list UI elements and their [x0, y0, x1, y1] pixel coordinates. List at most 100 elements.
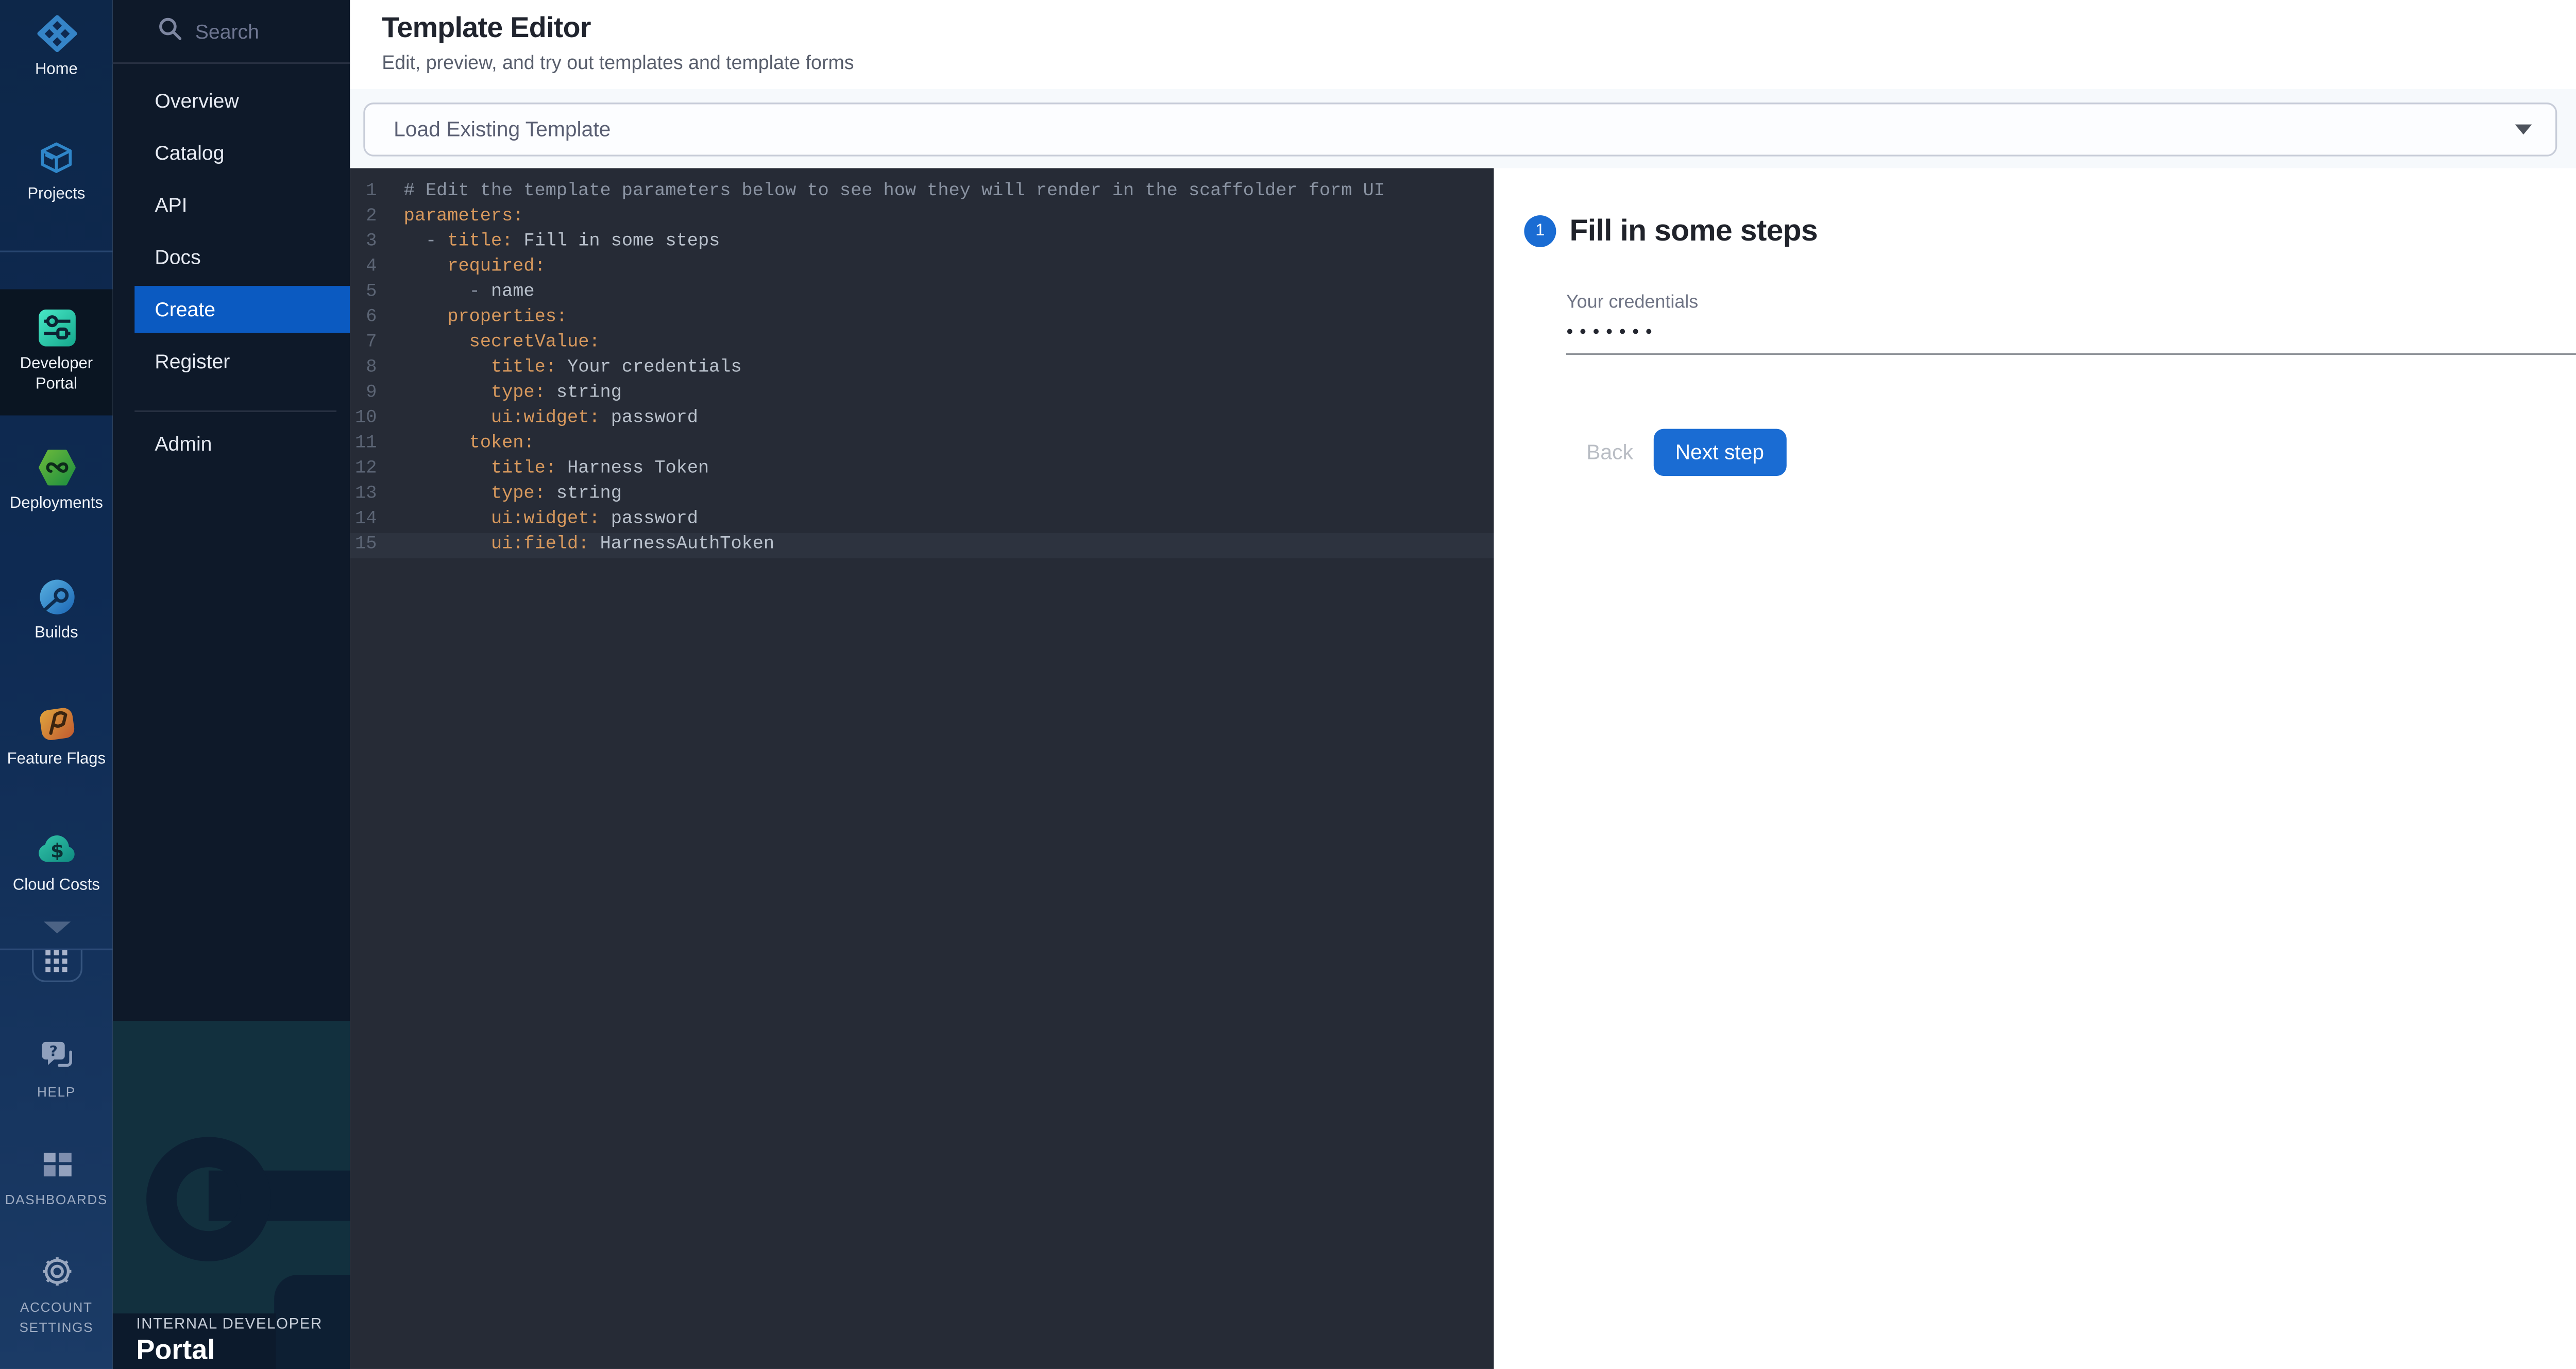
brand-eyebrow: INTERNAL DEVELOPER: [136, 1315, 322, 1332]
code-line-11[interactable]: 11 token:: [350, 432, 1494, 457]
nav-item-create[interactable]: Create: [134, 285, 350, 332]
page-header: Template Editor Edit, preview, and try o…: [350, 0, 2576, 89]
decor-donut: [146, 1137, 271, 1261]
code-text: - name: [377, 281, 534, 306]
code-line-9[interactable]: 9 type: string: [350, 382, 1494, 407]
code-line-4[interactable]: 4 required:: [350, 255, 1494, 281]
sidebar-item-home[interactable]: Home: [0, 15, 113, 81]
back-button[interactable]: Back: [1566, 429, 1653, 476]
code-text: ui:widget: password: [377, 508, 698, 533]
sidebar-item-label: Home: [35, 61, 78, 81]
sidebar-item-builds[interactable]: Builds: [0, 578, 113, 644]
code-line-2[interactable]: 2parameters:: [350, 205, 1494, 230]
sidebar-item-label: ACCOUNTSETTINGS: [20, 1298, 94, 1338]
code-text: required:: [377, 255, 545, 281]
dashboards-grid-icon: [38, 1146, 75, 1183]
scaffolder-form-panel: 1 Fill in some steps Your credentials ●●…: [1494, 168, 2576, 1369]
line-number: 8: [350, 356, 377, 382]
nav-item-register[interactable]: Register: [113, 335, 350, 387]
code-line-10[interactable]: 10 ui:widget: password: [350, 407, 1494, 432]
code-text: # Edit the template parameters below to …: [377, 180, 1384, 205]
code-text: type: string: [377, 382, 621, 407]
brand: INTERNAL DEVELOPER Portal: [136, 1315, 322, 1367]
line-number: 1: [350, 180, 377, 205]
credentials-password-input[interactable]: ●●●●●●●: [1566, 326, 2576, 345]
module-picker-button[interactable]: [31, 950, 81, 982]
code-text: type: string: [377, 483, 621, 508]
code-line-15[interactable]: 15 ui:field: HarnessAuthToken: [350, 533, 1494, 558]
sidebar-item-label: Projects: [27, 185, 85, 206]
step-number-badge: 1: [1524, 215, 1556, 247]
main-content: Template Editor Edit, preview, and try o…: [350, 0, 2576, 1369]
sidebar-item-projects[interactable]: Projects: [0, 140, 113, 206]
nav-item-catalog[interactable]: Catalog: [113, 126, 350, 178]
nav-item-overview[interactable]: Overview: [113, 74, 350, 126]
code-line-3[interactable]: 3 - title: Fill in some steps: [350, 230, 1494, 255]
load-template-select[interactable]: Load Existing Template: [363, 102, 2557, 156]
module-sidebar: Home Projects Developer Portal Deployment…: [0, 0, 113, 1369]
plugin-nav: Search OverviewCatalogAPI Docs Create Regis…: [113, 0, 350, 1369]
line-number: 12: [350, 457, 377, 483]
code-line-1[interactable]: 1# Edit the template parameters below to…: [350, 180, 1494, 205]
code-line-13[interactable]: 13 type: string: [350, 483, 1494, 508]
code-text: title: Your credentials: [377, 356, 741, 382]
svg-text:?: ?: [48, 1042, 57, 1059]
developer-portal-icon: [38, 309, 75, 346]
input-underline: [1566, 353, 2576, 355]
sidebar-active-module-wrap: Developer Portal: [0, 289, 113, 416]
code-line-7[interactable]: 7 secretValue:: [350, 331, 1494, 356]
gear-icon: [40, 1253, 73, 1290]
workspace: 1# Edit the template parameters below to…: [350, 168, 2576, 1369]
sidebar-item-deployments[interactable]: Deployments: [0, 450, 113, 516]
line-number: 10: [350, 407, 377, 432]
step-title: Fill in some steps: [1570, 214, 1818, 249]
sidebar-item-dashboards[interactable]: DASHBOARDS: [0, 1146, 113, 1211]
sidebar-item-label: Builds: [35, 624, 78, 644]
sidebar-item-cloud-costs[interactable]: $Cloud Costs: [0, 831, 113, 897]
code-text: token:: [377, 432, 534, 457]
nav-item-label: Register: [155, 349, 230, 373]
sidebar-item-label: Developer Portal: [4, 354, 110, 396]
feature-flags-icon: [36, 705, 76, 742]
nav-item-label: Create: [155, 297, 215, 320]
search-icon: [158, 17, 182, 46]
sidebar-item-label: HELP: [37, 1083, 76, 1102]
sidebar-item-account-settings[interactable]: ACCOUNTSETTINGS: [0, 1253, 113, 1337]
sidebar-item-feature-flags[interactable]: Feature Flags: [0, 705, 113, 771]
grid-9-icon: [45, 950, 67, 980]
load-template-select-value: Load Existing Template: [394, 117, 611, 141]
app-root: Home Projects Developer Portal Deployment…: [0, 0, 2576, 1369]
line-number: 9: [350, 382, 377, 407]
search-input[interactable]: Search: [113, 0, 350, 64]
code-line-6[interactable]: 6 properties:: [350, 306, 1494, 331]
line-number: 4: [350, 255, 377, 281]
code-text: ui:field: HarnessAuthToken: [377, 533, 774, 558]
sidebar-item-label: Feature Flags: [7, 750, 106, 771]
credentials-field-label: Your credentials: [1566, 293, 2576, 313]
sidebar-item-developer-portal[interactable]: Developer Portal: [0, 289, 113, 416]
code-line-14[interactable]: 14 ui:widget: password: [350, 508, 1494, 533]
line-number: 2: [350, 205, 377, 230]
chevron-down-icon[interactable]: [43, 921, 70, 933]
nav-item-api[interactable]: API: [113, 178, 350, 230]
line-number: 3: [350, 230, 377, 255]
nav-item-docs[interactable]: Docs: [113, 230, 350, 282]
harness-home-icon: [36, 15, 76, 52]
line-number: 14: [350, 508, 377, 533]
next-step-button[interactable]: Next step: [1653, 429, 1786, 476]
nav-item-label: Docs: [155, 245, 200, 268]
form-actions: Back Next step: [1566, 429, 2576, 476]
line-number: 5: [350, 281, 377, 306]
caret-down-icon: [2515, 124, 2532, 134]
yaml-code-editor[interactable]: 1# Edit the template parameters below to…: [350, 168, 1494, 1369]
code-line-8[interactable]: 8 title: Your credentials: [350, 356, 1494, 382]
nav-item-admin[interactable]: Admin: [113, 417, 350, 469]
sidebar-item-help[interactable]: ? HELP: [0, 1037, 113, 1102]
code-line-12[interactable]: 12 title: Harness Token: [350, 457, 1494, 483]
sidebar-item-label: Deployments: [10, 495, 103, 516]
help-chat-icon: ?: [36, 1037, 76, 1074]
nav-item-label: Admin: [155, 432, 212, 455]
code-line-5[interactable]: 5 - name: [350, 281, 1494, 306]
template-toolbar: Load Existing Template: [350, 89, 2576, 168]
page-subtitle: Edit, preview, and try out templates and…: [382, 54, 2576, 74]
